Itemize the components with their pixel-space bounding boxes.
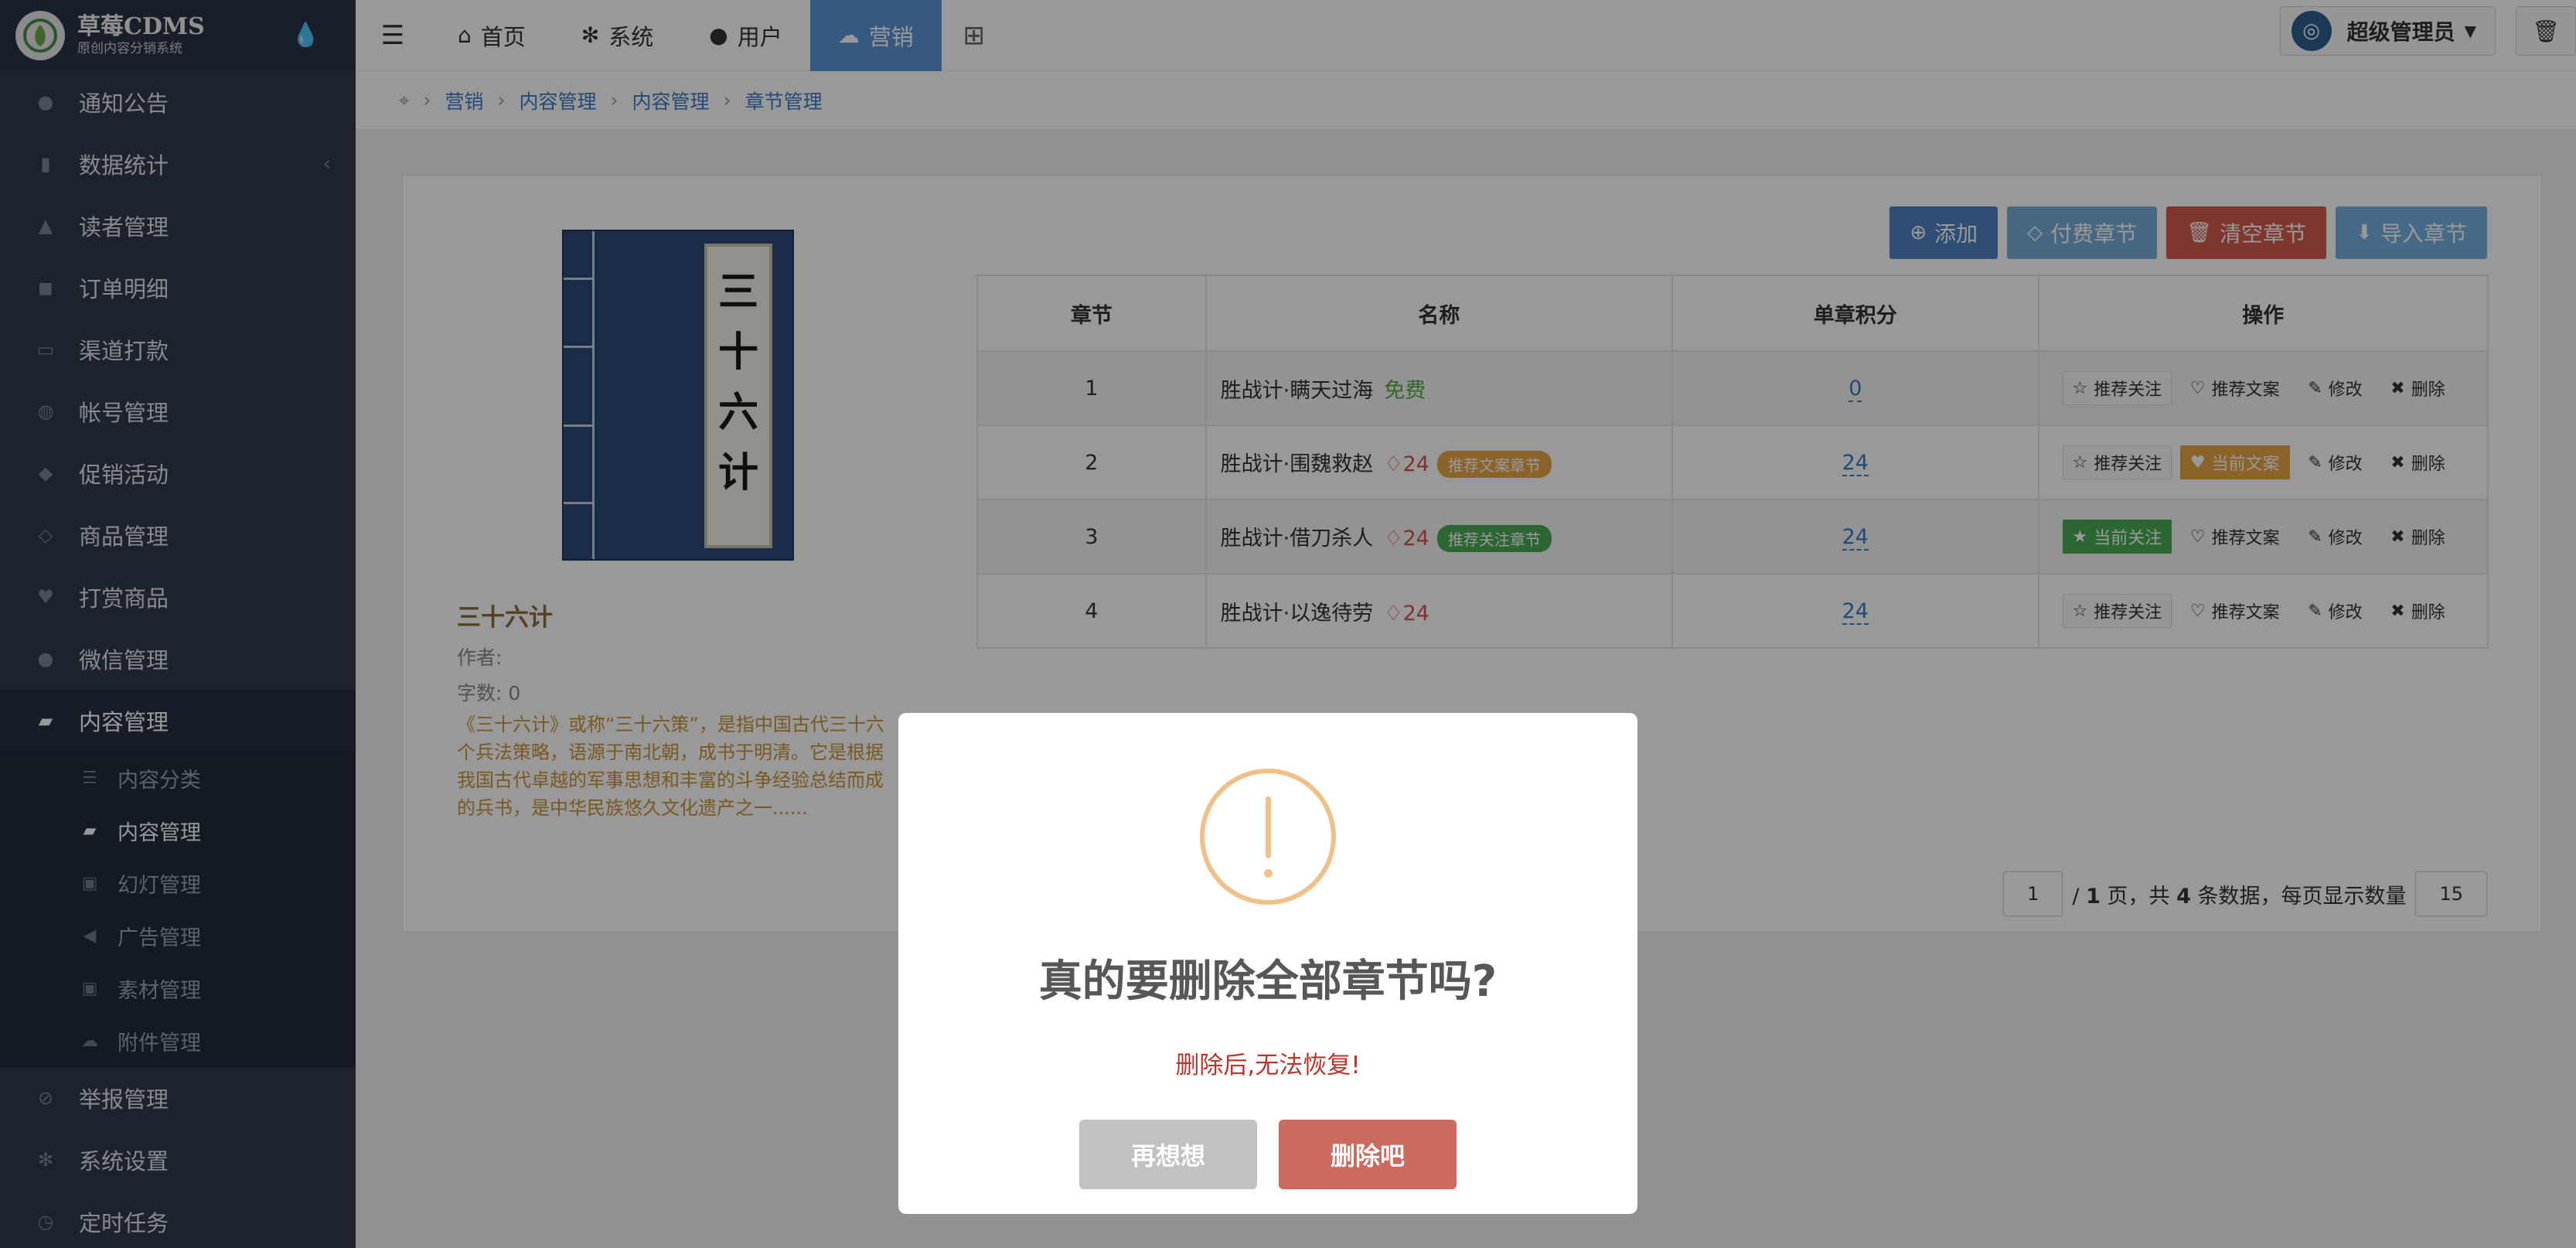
cancel-button[interactable]: 再想想 xyxy=(1079,1120,1257,1189)
confirm-delete-button[interactable]: 删除吧 xyxy=(1279,1120,1457,1189)
dialog-title: 真的要删除全部章节吗? xyxy=(1038,956,1498,1007)
warning-icon xyxy=(1200,769,1336,905)
confirm-dialog: 真的要删除全部章节吗? 删除后,无法恢复! 再想想 删除吧 xyxy=(898,713,1637,1214)
dialog-text: 删除后,无法恢复! xyxy=(1175,1052,1361,1079)
